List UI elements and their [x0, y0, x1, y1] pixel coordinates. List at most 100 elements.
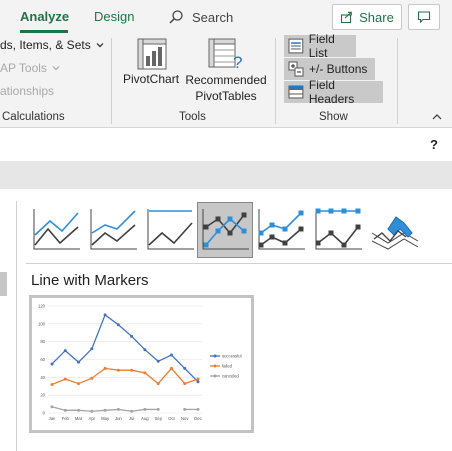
comments-button[interactable]: [408, 4, 440, 30]
field-headers-icon: [288, 85, 304, 99]
data-point-successful: [90, 347, 94, 351]
data-point-canceled: [90, 409, 94, 413]
data-point-canceled: [116, 407, 120, 411]
tab-design[interactable]: Design: [94, 9, 134, 24]
fields-items-sets-label: ds, Items, & Sets: [0, 38, 91, 52]
data-point-failed: [103, 366, 107, 370]
chart-type-line-with-markers[interactable]: [197, 202, 253, 258]
x-tick-label: Nov: [181, 416, 189, 421]
chart-preview[interactable]: 0 20 40 60 80 100 120 Jan Feb Mar Apr May Jun Jul Aug S…: [29, 295, 254, 433]
olap-tools-button: AP Tools: [0, 61, 60, 75]
data-point-failed: [169, 366, 173, 370]
comment-icon: [417, 11, 431, 24]
share-button[interactable]: Share: [332, 4, 402, 30]
data-point-failed: [116, 368, 120, 372]
chart-type-100-stacked-line-with-markers[interactable]: [312, 203, 366, 257]
data-point-failed: [183, 382, 187, 386]
collapse-ribbon-icon[interactable]: [431, 113, 443, 121]
x-tick-label: May: [101, 416, 110, 421]
chart-category-list-border: [16, 201, 17, 451]
data-point-failed: [77, 382, 81, 386]
100-stacked-line-with-markers-chart-icon: [315, 208, 362, 250]
data-point-successful: [156, 359, 160, 363]
series-line-successful: [51, 313, 199, 383]
preview-chart: 0 20 40 60 80 100 120 Jan Feb Mar Apr May Jun Jul Aug S…: [38, 304, 242, 422]
stacked-line-with-markers-chart-icon: [258, 209, 305, 250]
field-headers-label: Field Headers: [308, 78, 355, 106]
legend-label: failed: [222, 364, 233, 369]
x-tick-label: Jun: [115, 416, 122, 421]
data-point-canceled: [77, 408, 81, 412]
pivotchart-button[interactable]: PivotChart: [120, 38, 184, 90]
x-tick-label: Mar: [75, 416, 83, 421]
search-icon: [169, 10, 183, 24]
chart-type-3d-line[interactable]: [368, 203, 422, 257]
tab-analyze[interactable]: Analyze: [20, 9, 69, 24]
chevron-down-icon: [96, 43, 104, 48]
3d-line-chart-icon: [371, 216, 419, 250]
plus-minus-buttons-button[interactable]: +/- Buttons: [284, 58, 375, 80]
data-point-canceled: [183, 407, 187, 411]
data-point-failed: [156, 382, 160, 386]
chart-type-line[interactable]: [30, 203, 84, 257]
y-tick-label: 100: [38, 321, 46, 326]
data-point-successful: [50, 362, 54, 366]
group-label-show: Show: [319, 111, 348, 123]
field-list-button[interactable]: Field List: [284, 32, 356, 60]
tell-me-search[interactable]: Search: [168, 8, 233, 26]
recommended-pivottables-button[interactable]: ? Recommended PivotTables: [184, 38, 268, 106]
fields-items-sets-button[interactable]: ds, Items, & Sets: [0, 38, 104, 52]
y-tick-label: 80: [40, 339, 45, 344]
data-point-failed: [90, 376, 94, 380]
data-point-canceled: [156, 407, 160, 411]
dialog-tab-strip: [0, 161, 452, 189]
line-with-markers-chart-icon: [202, 209, 249, 250]
svg-text:?: ?: [233, 53, 242, 70]
data-point-successful: [130, 334, 134, 338]
field-headers-button[interactable]: Field Headers: [284, 78, 383, 106]
chart-type-stacked-line-with-markers[interactable]: [255, 203, 309, 257]
field-list-icon: [288, 38, 304, 54]
y-tick-label: 20: [40, 393, 45, 398]
chevron-down-icon: [52, 66, 60, 71]
series-line-failed: [51, 367, 199, 386]
data-point-successful: [116, 323, 120, 327]
y-tick-label: 60: [40, 357, 45, 362]
x-tick-label: Dec: [194, 416, 201, 421]
recommended-pivottables-label: Recommended PivotTables: [185, 73, 267, 103]
x-tick-label: Apr: [89, 416, 96, 421]
chart-type-100-stacked-line[interactable]: [144, 203, 198, 257]
data-point-canceled: [196, 407, 200, 411]
100-stacked-line-chart-icon: [147, 209, 194, 250]
y-tick-label: 40: [40, 375, 45, 380]
selected-chart-type-title: Line with Markers: [31, 272, 149, 289]
pivotchart-icon: [137, 38, 167, 70]
data-point-canceled: [50, 405, 54, 409]
group-separator: [397, 38, 398, 124]
chart-type-stacked-line[interactable]: [87, 203, 141, 257]
group-separator: [275, 38, 276, 124]
data-point-failed: [63, 377, 67, 381]
data-point-failed: [50, 382, 54, 386]
help-button[interactable]: ?: [430, 137, 438, 152]
group-label-calculations: Calculations: [2, 111, 65, 123]
pivotchart-label: PivotChart: [123, 72, 180, 86]
line-chart-icon: [33, 209, 80, 250]
legend-label: canceled: [222, 374, 239, 379]
data-point-canceled: [130, 409, 134, 413]
data-point-successful: [196, 380, 200, 384]
data-point-failed: [196, 377, 200, 381]
data-point-successful: [103, 313, 107, 317]
x-tick-label: Oct: [168, 416, 175, 421]
relationships-button: ationships: [0, 84, 55, 98]
data-point-canceled: [143, 407, 147, 411]
subtype-divider: [26, 263, 452, 264]
data-point-successful: [183, 366, 187, 370]
legend-marker-successful: [213, 354, 217, 358]
group-label-tools: Tools: [179, 111, 206, 123]
x-tick-label: Jul: [129, 416, 134, 421]
ribbon: Analyze Design Search Share ds, Items, &…: [0, 0, 452, 128]
chart-category-selected-item[interactable]: [0, 272, 7, 296]
legend-label: successful: [222, 354, 242, 359]
data-point-successful: [143, 348, 147, 352]
